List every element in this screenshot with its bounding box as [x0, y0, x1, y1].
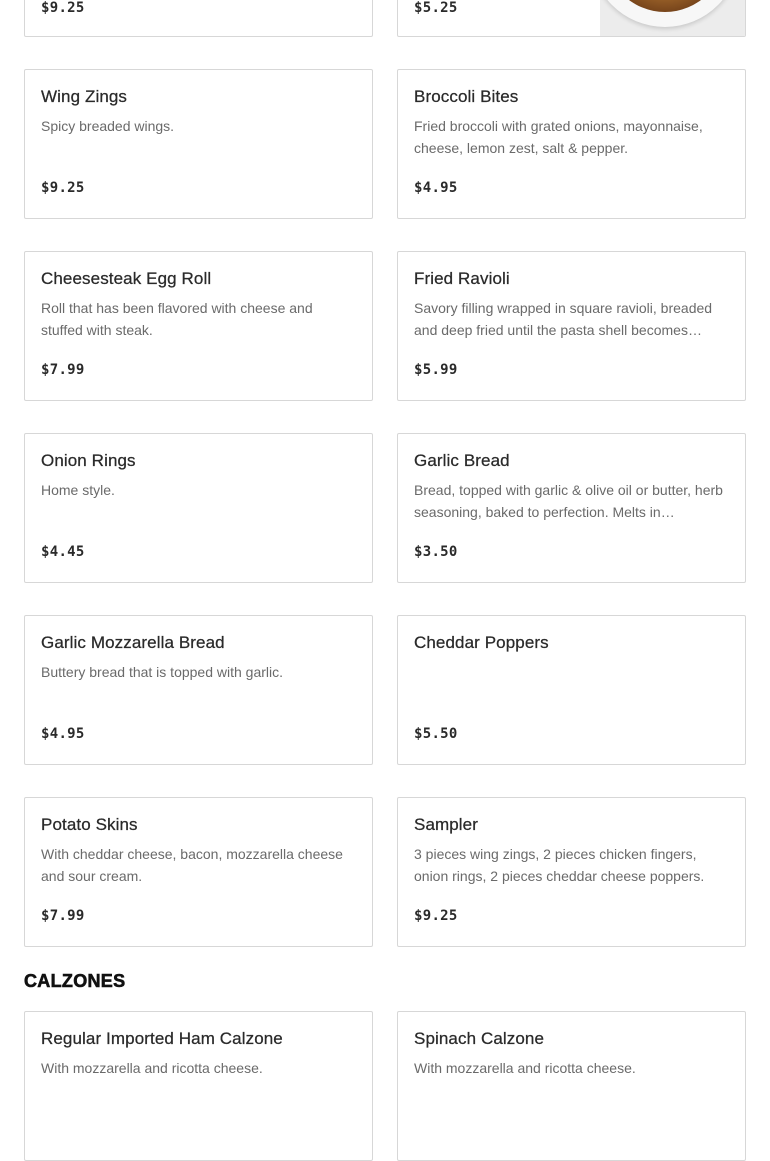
menu-item-card[interactable]: Cheddar Poppers $5.50 [397, 615, 746, 765]
item-price: $7.99 [41, 362, 85, 378]
item-price: $3.50 [414, 544, 458, 560]
item-price: $7.99 [41, 908, 85, 924]
menu-item-card[interactable]: Regular Imported Ham Calzone With mozzar… [24, 1011, 373, 1161]
menu-item-card[interactable]: Garlic Bread Bread, topped with garlic &… [397, 433, 746, 583]
item-name: Potato Skins [41, 815, 138, 834]
item-price: $5.99 [414, 362, 458, 378]
item-description: Savory filling wrapped in square ravioli… [414, 300, 713, 338]
item-name: Cheesesteak Egg Roll [41, 269, 212, 288]
menu-item-card[interactable]: Garlic Mozzarella Bread Buttery bread th… [24, 615, 373, 765]
item-price: $9.25 [41, 180, 85, 196]
item-description: Spicy breaded wings. [41, 118, 175, 134]
menu-item-card[interactable]: $5.25 [397, 0, 746, 37]
item-name: Wing Zings [41, 87, 128, 106]
item-description: With mozzarella and ricotta cheese. [414, 1060, 636, 1076]
section-title-calzones: CALZONES [24, 971, 126, 992]
item-name: Spinach Calzone [414, 1029, 545, 1048]
item-name: Garlic Mozzarella Bread [41, 633, 225, 652]
item-description: With mozzarella and ricotta cheese. [41, 1060, 263, 1076]
item-price: $5.50 [414, 726, 458, 742]
item-description: Roll that has been flavored with cheese … [41, 300, 313, 338]
food-photo-icon [600, 0, 745, 36]
item-name: Onion Rings [41, 451, 136, 470]
menu-item-card[interactable]: Potato Skins With cheddar cheese, bacon,… [24, 797, 373, 947]
menu-item-card[interactable]: Broccoli Bites Fried broccoli with grate… [397, 69, 746, 219]
item-name: Cheddar Poppers [414, 633, 549, 652]
item-name: Garlic Bread [414, 451, 510, 470]
item-description: Buttery bread that is topped with garlic… [41, 664, 284, 680]
item-name: Broccoli Bites [414, 87, 519, 106]
menu-item-card[interactable]: Onion Rings Home style. $4.45 [24, 433, 373, 583]
item-price: $9.25 [41, 0, 85, 16]
item-description: Home style. [41, 482, 115, 498]
item-description: With cheddar cheese, bacon, mozzarella c… [41, 846, 343, 884]
menu-item-card[interactable]: Sampler 3 pieces wing zings, 2 pieces ch… [397, 797, 746, 947]
menu-item-card[interactable]: $9.25 [24, 0, 373, 37]
item-description: 3 pieces wing zings, 2 pieces chicken fi… [414, 846, 705, 884]
item-price: $4.95 [414, 180, 458, 196]
item-price: $4.95 [41, 726, 85, 742]
item-price: $5.25 [414, 0, 458, 16]
menu-item-card[interactable]: Wing Zings Spicy breaded wings. $9.25 [24, 69, 373, 219]
item-name: Regular Imported Ham Calzone [41, 1029, 283, 1048]
menu-item-card[interactable]: Cheesesteak Egg Roll Roll that has been … [24, 251, 373, 401]
menu-item-card[interactable]: Spinach Calzone With mozzarella and rico… [397, 1011, 746, 1161]
item-description: Bread, topped with garlic & olive oil or… [414, 482, 723, 520]
menu-item-card[interactable]: Fried Ravioli Savory filling wrapped in … [397, 251, 746, 401]
item-name: Sampler [414, 815, 479, 834]
item-price: $4.45 [41, 544, 85, 560]
item-name: Fried Ravioli [414, 269, 510, 288]
item-description: Fried broccoli with grated onions, mayon… [414, 118, 703, 156]
item-price: $9.25 [414, 908, 458, 924]
